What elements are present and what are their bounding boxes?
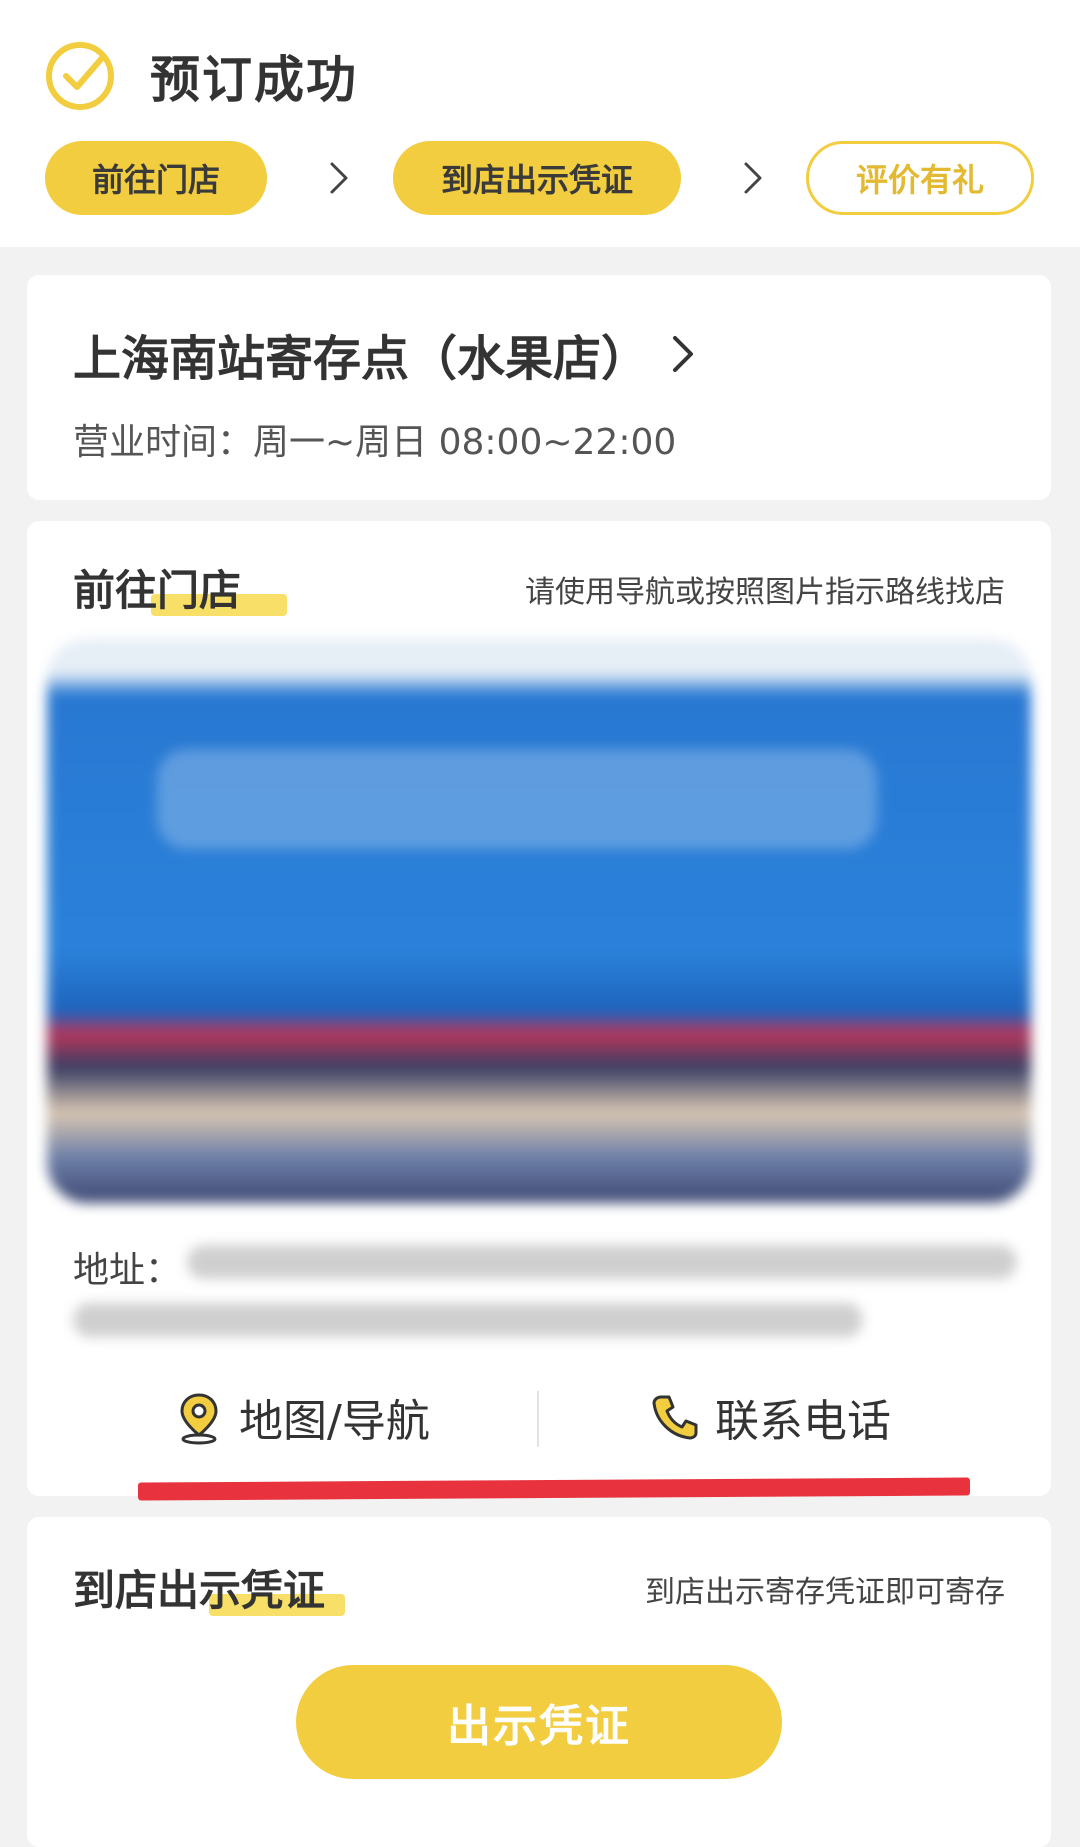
address-blurred (187, 1245, 1017, 1279)
store-card[interactable]: 上海南站寄存点（水果店） 营业时间：周一~周日 08:00~22:00 (27, 275, 1051, 500)
store-name-row[interactable]: 上海南站寄存点（水果店） (73, 319, 703, 389)
section-title-text: 到店出示凭证 (73, 1566, 326, 1615)
step-review-gift[interactable]: 评价有礼 (806, 141, 1034, 215)
go-to-store-card: 前往门店 请使用导航或按照图片指示路线找店 地址： 地图/导航 联系电话 (27, 521, 1051, 1496)
map-navigation-button[interactable]: 地图/导航 (171, 1385, 430, 1449)
contact-phone-button[interactable]: 联系电话 (647, 1385, 891, 1449)
step-go-to-store[interactable]: 前往门店 (45, 141, 267, 215)
title-row: 预订成功 (44, 38, 358, 114)
contact-phone-label: 联系电话 (715, 1396, 891, 1447)
chevron-right-icon (330, 162, 348, 194)
address-blurred (73, 1303, 863, 1337)
action-divider (537, 1391, 539, 1447)
store-photo[interactable] (47, 639, 1031, 1203)
section-title-go-to-store: 前往门店 (73, 557, 287, 618)
show-voucher-button[interactable]: 出示凭证 (296, 1665, 782, 1779)
section-hint: 请使用导航或按照图片指示路线找店 (525, 575, 1005, 610)
step-show-voucher[interactable]: 到店出示凭证 (393, 141, 681, 215)
chevron-right-icon (673, 336, 694, 372)
page-title: 预订成功 (150, 51, 358, 109)
store-name: 上海南站寄存点（水果店） (73, 331, 650, 387)
section-title-show-voucher: 到店出示凭证 (73, 1557, 345, 1618)
header: 预订成功 前往门店 到店出示凭证 评价有礼 (0, 0, 1080, 247)
store-sign-blurred (157, 749, 877, 849)
map-navigation-label: 地图/导航 (239, 1396, 430, 1447)
section-title-text: 前往门店 (73, 566, 242, 615)
check-circle-icon (46, 42, 114, 110)
business-hours: 营业时间：周一~周日 08:00~22:00 (73, 422, 677, 463)
map-pin-icon (180, 1393, 218, 1445)
phone-icon (652, 1395, 698, 1440)
address-label: 地址： (73, 1250, 182, 1291)
chevron-right-icon (744, 162, 762, 194)
section-hint: 到店出示寄存凭证即可寄存 (645, 1575, 1005, 1610)
annotation-red-underline (137, 1477, 971, 1501)
